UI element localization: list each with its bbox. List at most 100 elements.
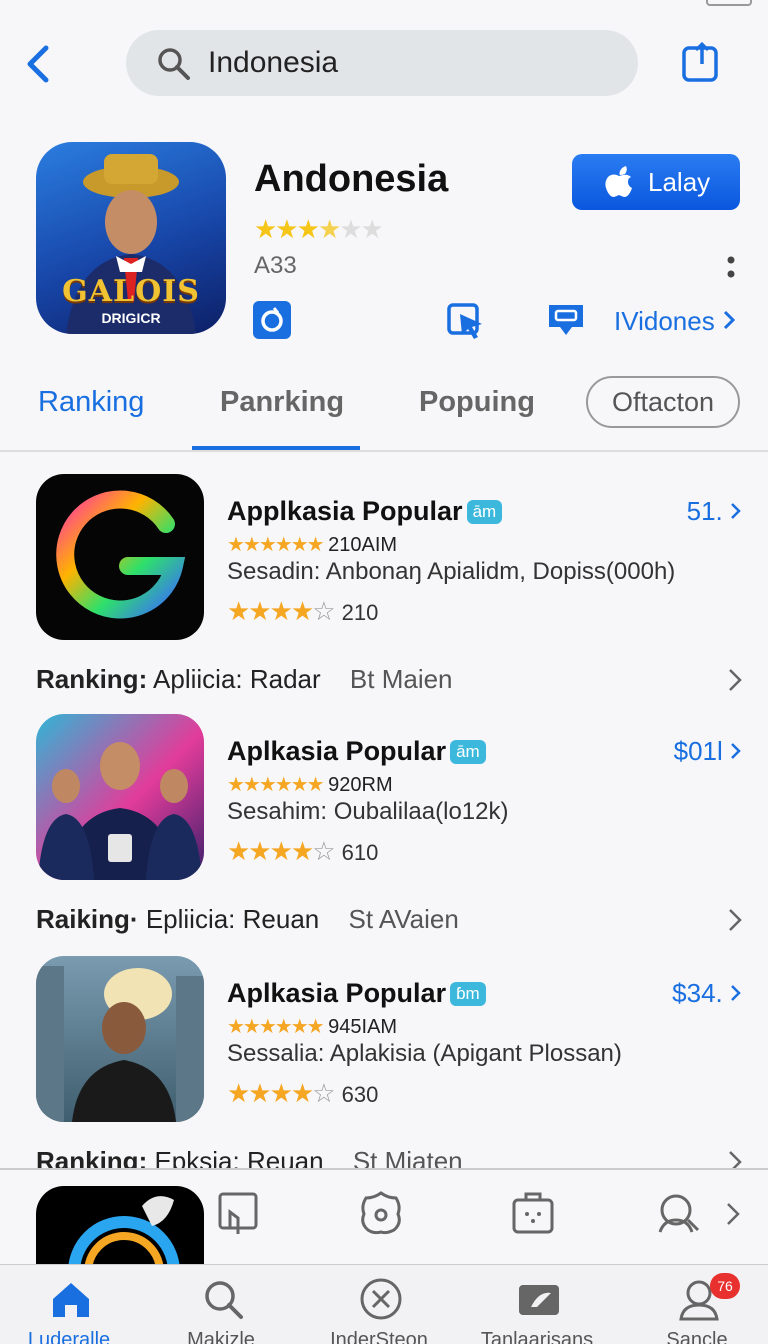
list-item[interactable]: Applkasia Popular ām ★★★★★★ 210AIM Sesadi… — [0, 474, 768, 704]
settings-icon[interactable] — [358, 1190, 404, 1236]
get-button-label: Lalay — [648, 167, 711, 197]
action-strip — [0, 1168, 768, 1266]
row-price-button[interactable]: $01l — [674, 736, 742, 767]
search-user-icon[interactable] — [656, 1190, 702, 1236]
tabbar-label: Makizle — [187, 1329, 255, 1344]
ranking-label: Ranking: — [36, 664, 148, 694]
bookmark-icon[interactable] — [216, 1190, 262, 1236]
row-title: Applkasia Popular ām — [227, 496, 503, 527]
close-circle-icon — [360, 1278, 402, 1320]
chevron-right-icon[interactable] — [726, 666, 744, 694]
row-price: $01l — [673, 736, 723, 766]
tabbar-label: Sancle — [666, 1329, 728, 1344]
tab-panrking[interactable]: Panrking — [220, 386, 344, 419]
row-badge: ɓm — [450, 982, 486, 1006]
row-rating: ★★★★☆ 630 — [227, 1078, 379, 1108]
chevron-right-icon[interactable] — [726, 906, 744, 934]
battery-icon — [706, 0, 752, 6]
row-price-button[interactable]: $34. — [672, 978, 742, 1009]
app-code: A33 — [254, 252, 297, 279]
photo-icon — [519, 1285, 559, 1315]
row-rating-value: 630 — [341, 1082, 379, 1107]
list-item[interactable]: Aplkasia Popular ām ★★★★★★ 920RM Sesahim:… — [0, 714, 768, 944]
app-thumbnail[interactable] — [36, 1186, 204, 1266]
home-icon — [53, 1283, 89, 1317]
bottom-tab-bar: Luderalle Makizle InderSteon Tanlaarisan… — [0, 1264, 768, 1344]
share-icon[interactable] — [680, 40, 722, 86]
status-bar — [0, 0, 768, 12]
ranking-extra: St AVaien — [348, 904, 459, 934]
tab-oftacton[interactable]: Oftacton — [586, 376, 740, 428]
more-options-icon[interactable] — [724, 256, 738, 280]
tabbar-label: Tanlaarisans — [480, 1329, 594, 1344]
row-small-rating: ★★★★★★ 210AIM — [227, 534, 398, 556]
app-icon-subtext: DRIGICR — [101, 310, 161, 326]
row-badge: ām — [466, 500, 503, 524]
search-input[interactable]: Indonesia — [126, 30, 638, 96]
row-description: Sesahim: Oubalilaa(lo12k) — [227, 798, 509, 825]
chevron-right-icon[interactable] — [722, 1190, 746, 1236]
segment-tabs: Ranking Panrking Popuing Oftacton — [0, 368, 768, 452]
ranking-extra: Bt Maien — [349, 664, 453, 694]
chevron-right-icon — [731, 743, 741, 759]
row-rating: ★★★★☆ 610 — [227, 836, 379, 866]
row-rating-value: 210 — [341, 600, 379, 625]
apple-icon — [605, 166, 632, 197]
tabbar-label: Luderalle — [27, 1329, 111, 1344]
row-title-text: Aplkasia Popular — [227, 736, 447, 766]
row-badge: ām — [450, 740, 486, 764]
chat-icon[interactable] — [546, 300, 586, 340]
tabbar-item-home[interactable]: Luderalle — [0, 1265, 144, 1344]
more-apps-link[interactable]: IVidones — [614, 306, 736, 337]
app-rating-stars: ★★★★★★ — [254, 214, 384, 244]
row-small-rating: ★★★★★★ 920RM — [227, 774, 393, 796]
chevron-right-icon — [723, 310, 736, 330]
app-header: GALOIS DRIGICR Andonesia ★★★★★★ A33 Lala… — [0, 140, 768, 350]
tab-underline — [192, 446, 360, 450]
ranking-line: Raiking· Epliicia: Reuan St AVaien — [36, 904, 459, 935]
row-title: Aplkasia Popular ām — [227, 736, 486, 767]
app-thumbnail — [36, 956, 204, 1122]
ranking-text: Apliicia: Radar — [153, 664, 321, 694]
row-count: 210AIM — [328, 534, 398, 556]
row-rating: ★★★★☆ 210 — [227, 596, 379, 626]
briefcase-icon[interactable] — [510, 1190, 556, 1236]
row-small-rating: ★★★★★★ 945IAM — [227, 1016, 398, 1038]
tabbar-item-close[interactable]: InderSteon — [304, 1265, 454, 1344]
tabbar-item-profile[interactable]: 76 Sancle — [622, 1265, 768, 1344]
row-title-text: Applkasia Popular — [227, 496, 463, 526]
search-icon — [205, 1281, 243, 1319]
top-bar: Indonesia — [0, 28, 768, 100]
back-chevron-icon[interactable] — [22, 42, 58, 86]
row-description: Sesadin: Anbonaŋ Apialidm, Dopiss(000h) — [227, 558, 676, 585]
row-price-button[interactable]: 51. — [687, 496, 742, 527]
chevron-right-icon — [731, 985, 741, 1001]
row-count: 920RM — [328, 774, 393, 796]
info-icon[interactable] — [252, 300, 292, 340]
row-rating-value: 610 — [341, 840, 379, 865]
ranking-text: Epliicia: Reuan — [145, 904, 320, 934]
tab-ranking[interactable]: Ranking — [38, 386, 144, 419]
list-item[interactable]: Aplkasia Popular ɓm ★★★★★★ 945IAM Sessali… — [0, 956, 768, 1186]
tabbar-item-search[interactable]: Makizle — [146, 1265, 296, 1344]
notification-badge: 76 — [710, 1273, 740, 1299]
app-thumbnail — [36, 714, 204, 880]
app-title: Andonesia — [254, 158, 449, 200]
cursor-icon[interactable] — [446, 300, 486, 340]
row-description: Sessalia: Aplakisia (Apigant Plossan) — [227, 1040, 622, 1067]
row-title-text: Aplkasia Popular — [227, 978, 447, 1008]
search-icon — [158, 48, 190, 80]
get-button[interactable]: Lalay — [572, 154, 740, 210]
app-icon[interactable]: GALOIS DRIGICR — [36, 142, 226, 334]
tab-popuing[interactable]: Popuing — [419, 386, 535, 419]
tabbar-label: InderSteon — [330, 1329, 428, 1344]
search-query: Indonesia — [208, 46, 339, 79]
ranking-label: Raiking· — [36, 904, 139, 934]
tabbar-item-photo[interactable]: Tanlaarisans — [462, 1265, 612, 1344]
app-icon-text: GALOIS — [62, 274, 200, 309]
row-count: 945IAM — [328, 1016, 398, 1038]
row-title: Aplkasia Popular ɓm — [227, 978, 486, 1009]
ranking-line: Ranking: Apliicia: Radar Bt Maien — [36, 664, 453, 695]
row-price: $34. — [672, 978, 723, 1008]
row-price: 51. — [686, 496, 723, 526]
